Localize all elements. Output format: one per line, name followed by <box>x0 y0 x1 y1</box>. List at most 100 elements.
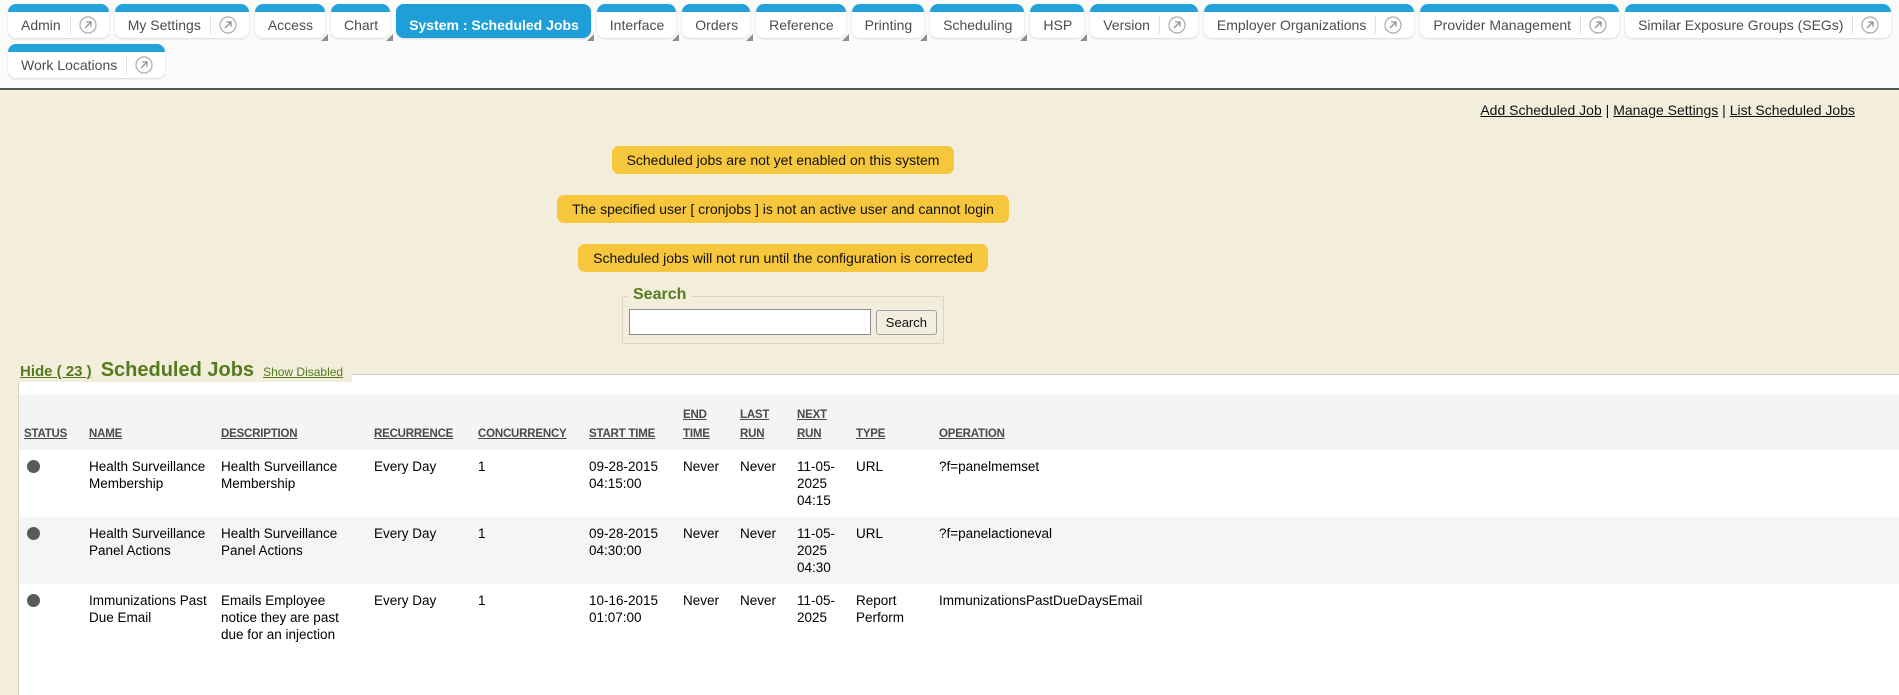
tab-employer-organizations[interactable]: Employer Organizations <box>1204 4 1414 38</box>
cell-start_time: 10-16-2015 01:07:00 <box>589 584 683 651</box>
tab-label: Work Locations <box>21 57 117 73</box>
search-input[interactable] <box>629 309 871 335</box>
cell-next_run: 11-05-2025 <box>797 584 856 651</box>
warning-message: The specified user [ cronjobs ] is not a… <box>557 195 1009 223</box>
column-header-type: TYPE <box>856 395 939 450</box>
sort-link[interactable]: DESCRIPTION <box>221 428 297 440</box>
column-header-end-time: END TIME <box>683 395 740 450</box>
cell-recurrence: Every Day <box>374 450 478 517</box>
popout-arrow-icon[interactable] <box>210 16 237 34</box>
tab-label: HSP <box>1043 17 1072 33</box>
warning-message: Scheduled jobs are not yet enabled on th… <box>612 146 955 174</box>
scheduled-jobs-panel: Hide ( 23 ) Scheduled Jobs Show Disabled… <box>18 374 1899 695</box>
warning-message: Scheduled jobs will not run until the co… <box>578 244 988 272</box>
tab-access[interactable]: Access <box>255 4 325 38</box>
sort-link[interactable]: CONCURRENCY <box>478 428 567 440</box>
popout-arrow-icon[interactable] <box>1159 16 1186 34</box>
tab-admin[interactable]: Admin <box>8 4 109 38</box>
tab-printing[interactable]: Printing <box>852 4 924 38</box>
center-column: Scheduled jobs are not yet enabled on th… <box>0 146 1566 344</box>
popout-arrow-icon[interactable] <box>1852 16 1879 34</box>
tab-provider-management[interactable]: Provider Management <box>1420 4 1619 38</box>
hide-count-link[interactable]: Hide ( 23 ) <box>20 363 92 380</box>
cell-name: Health Surveillance Membership <box>89 450 221 517</box>
tab-label: Printing <box>865 17 912 33</box>
cell-description: Emails Employee notice they are past due… <box>221 584 374 651</box>
tab-scheduling[interactable]: Scheduling <box>930 4 1024 38</box>
tab-label: Chart <box>344 17 378 33</box>
action-link-add-scheduled-job[interactable]: Add Scheduled Job <box>1480 102 1601 118</box>
content-area: Add Scheduled Job | Manage Settings | Li… <box>0 90 1899 673</box>
action-links: Add Scheduled Job | Manage Settings | Li… <box>0 90 1899 118</box>
tab-label: Access <box>268 17 313 33</box>
cell-operation: ?f=panelmemset <box>939 450 1899 517</box>
sort-link[interactable]: NAME <box>89 428 122 440</box>
cell-last_run: Never <box>740 517 797 584</box>
status-dot <box>27 527 40 540</box>
column-header-status: STATUS <box>19 395 89 450</box>
cell-start_time: 09-28-2015 04:15:00 <box>589 450 683 517</box>
cell-last_run: Never <box>740 584 797 651</box>
column-header-start-time: START TIME <box>589 395 683 450</box>
tab-label: Orders <box>695 17 738 33</box>
tab-label: System : Scheduled Jobs <box>409 17 579 33</box>
tab-system-scheduled-jobs[interactable]: System : Scheduled Jobs <box>396 4 591 38</box>
cell-end_time: Never <box>683 517 740 584</box>
sort-link[interactable]: TYPE <box>856 428 885 440</box>
sort-link[interactable]: END TIME <box>683 409 710 440</box>
action-link-list-scheduled-jobs[interactable]: List Scheduled Jobs <box>1730 102 1855 118</box>
tab-label: Similar Exposure Groups (SEGs) <box>1638 17 1843 33</box>
sort-link[interactable]: OPERATION <box>939 428 1005 440</box>
search-legend: Search <box>627 286 692 304</box>
cell-description: Health Surveillance Panel Actions <box>221 517 374 584</box>
cell-recurrence: Every Day <box>374 517 478 584</box>
show-disabled-link[interactable]: Show Disabled <box>263 365 343 379</box>
scheduled-jobs-title: Scheduled Jobs <box>101 359 254 382</box>
table-body: Health Surveillance MembershipHealth Sur… <box>19 450 1899 651</box>
column-header-concurrency: CONCURRENCY <box>478 395 589 450</box>
tab-work-locations[interactable]: Work Locations <box>8 44 165 78</box>
sort-link[interactable]: NEXT RUN <box>797 409 827 440</box>
tab-hsp[interactable]: HSP <box>1030 4 1084 38</box>
popout-arrow-icon[interactable] <box>70 16 97 34</box>
tab-label: Interface <box>610 17 664 33</box>
tab-label: Provider Management <box>1433 17 1571 33</box>
cell-type: URL <box>856 450 939 517</box>
popout-arrow-icon[interactable] <box>1580 16 1607 34</box>
tab-chart[interactable]: Chart <box>331 4 390 38</box>
column-header-next-run: NEXT RUN <box>797 395 856 450</box>
tab-orders[interactable]: Orders <box>682 4 750 38</box>
search-button[interactable]: Search <box>876 310 937 335</box>
column-header-recurrence: RECURRENCE <box>374 395 478 450</box>
column-header-last-run: LAST RUN <box>740 395 797 450</box>
action-link-manage-settings[interactable]: Manage Settings <box>1613 102 1718 118</box>
tab-interface[interactable]: Interface <box>597 4 676 38</box>
tab-version[interactable]: Version <box>1090 4 1198 38</box>
sort-link[interactable]: RECURRENCE <box>374 428 453 440</box>
tab-my-settings[interactable]: My Settings <box>115 4 249 38</box>
tab-reference[interactable]: Reference <box>756 4 846 38</box>
tab-label: Reference <box>769 17 834 33</box>
sort-link[interactable]: LAST RUN <box>740 409 769 440</box>
status-dot <box>27 594 40 607</box>
cell-type: Report Perform <box>856 584 939 651</box>
cell-concurrency: 1 <box>478 450 589 517</box>
cell-end_time: Never <box>683 450 740 517</box>
scheduled-jobs-table: STATUS NAME DESCRIPTION RECURRENCE CONCURREN… <box>19 395 1899 651</box>
cell-recurrence: Every Day <box>374 584 478 651</box>
cell-description: Health Surveillance Membership <box>221 450 374 517</box>
column-header-description: DESCRIPTION <box>221 395 374 450</box>
column-header-name: NAME <box>89 395 221 450</box>
table-row: Health Surveillance MembershipHealth Sur… <box>19 450 1899 517</box>
popout-arrow-icon[interactable] <box>126 56 153 74</box>
popout-arrow-icon[interactable] <box>1375 16 1402 34</box>
tab-similar-exposure-groups-segs[interactable]: Similar Exposure Groups (SEGs) <box>1625 4 1891 38</box>
scheduled-jobs-table-container: STATUS NAME DESCRIPTION RECURRENCE CONCURREN… <box>18 374 1899 695</box>
cell-next_run: 11-05-2025 04:15 <box>797 450 856 517</box>
sort-link[interactable]: STATUS <box>24 428 67 440</box>
warning-messages: Scheduled jobs are not yet enabled on th… <box>557 146 1009 293</box>
tab-label: Admin <box>21 17 61 33</box>
column-header-operation: OPERATION <box>939 395 1899 450</box>
sort-link[interactable]: START TIME <box>589 428 655 440</box>
cell-end_time: Never <box>683 584 740 651</box>
